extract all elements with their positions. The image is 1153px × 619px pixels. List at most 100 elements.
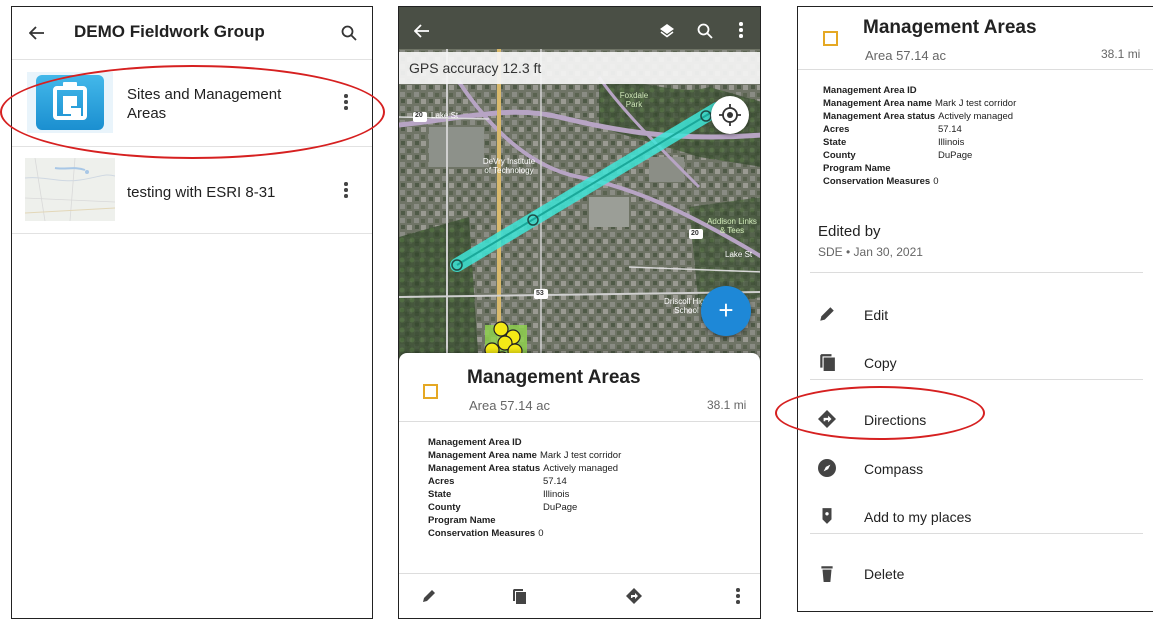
back-arrow-icon[interactable] <box>26 23 48 43</box>
attribute-key: Conservation Measures <box>428 528 536 539</box>
attribute-key: Management Area name <box>823 98 932 109</box>
compass-icon <box>818 459 838 479</box>
more-options-icon[interactable] <box>739 22 743 40</box>
attribute-row: County DuPage <box>823 149 1016 162</box>
attribute-row: State Illinois <box>823 136 1016 149</box>
screen-feature-actions: Management Areas Area 57.14 ac 38.1 mi M… <box>797 6 1153 612</box>
edited-by-label: Edited by <box>818 223 881 240</box>
screen-group-list: DEMO Fieldwork Group Sites and Managemen… <box>11 6 373 619</box>
attribute-key: Acres <box>428 476 455 487</box>
add-feature-button[interactable]: + <box>701 286 751 336</box>
attribute-value: 57.14 <box>938 124 962 135</box>
search-icon[interactable] <box>338 22 360 44</box>
map-thumbnail <box>25 158 115 221</box>
attribute-value: Illinois <box>543 489 570 500</box>
attribute-row: Acres 57.14 <box>428 475 621 488</box>
attribute-key: Management Area ID <box>823 85 917 96</box>
attribute-value: 0 <box>538 528 544 539</box>
attribute-key: Program Name <box>428 515 496 526</box>
divider <box>810 272 1143 273</box>
sites-app-icon <box>27 72 113 133</box>
edited-by-value: SDE • Jan 30, 2021 <box>818 245 923 259</box>
attribute-key: Conservation Measures <box>823 176 931 187</box>
feature-title: Management Areas <box>863 17 1037 38</box>
attribute-key: Management Area status <box>823 111 936 122</box>
menu-compass[interactable]: Compass <box>798 445 1153 495</box>
divider <box>798 69 1153 70</box>
attribute-row: Management Area status Actively managed <box>823 110 1016 123</box>
divider <box>810 533 1143 534</box>
app-bar: DEMO Fieldwork Group <box>12 7 372 60</box>
attribute-key: State <box>428 489 452 500</box>
menu-copy[interactable]: Copy <box>798 339 1153 389</box>
copy-icon[interactable] <box>509 586 529 606</box>
map-label-route-20b: 20 <box>691 230 699 237</box>
menu-label: Copy <box>864 355 897 371</box>
menu-delete[interactable]: Delete <box>798 550 1153 600</box>
list-item-sites[interactable]: Sites and Management Areas <box>12 60 372 147</box>
attribute-row: Acres 57.14 <box>823 123 1016 136</box>
layers-icon[interactable] <box>657 21 677 41</box>
attribute-table: Management Area ID Management Area name Ma… <box>428 436 621 540</box>
more-options-icon[interactable] <box>344 94 348 112</box>
pencil-icon <box>818 305 838 325</box>
bookmark-icon <box>818 507 838 527</box>
attribute-row: Management Area name Mark J test corridor <box>428 449 621 462</box>
attribute-value: DuPage <box>543 502 578 513</box>
attribute-table: Management Area ID Management Area name Ma… <box>823 84 1016 188</box>
menu-label: Delete <box>864 566 905 582</box>
feature-subtitle: Area 57.14 ac <box>865 48 946 63</box>
menu-add-to-my-places[interactable]: Add to my places <box>798 493 1153 543</box>
attribute-key: Management Area ID <box>428 437 522 448</box>
back-arrow-icon[interactable] <box>411 21 433 41</box>
menu-label: Edit <box>864 307 889 323</box>
attribute-row: Conservation Measures 0 <box>428 527 621 540</box>
map-label-route-20: 20 <box>415 112 423 119</box>
divider <box>810 379 1143 380</box>
search-icon[interactable] <box>695 21 715 41</box>
map-label-foxdale-park: Foxdale Park <box>619 91 649 109</box>
screen-map-view: 20 Lake St Foxdale Park DeVry Institute … <box>398 6 761 619</box>
attribute-key: County <box>823 150 856 161</box>
attribute-value: Mark J test corridor <box>539 450 622 461</box>
gps-accuracy-bar: GPS accuracy 12.3 ft <box>399 52 760 84</box>
list-item-esri[interactable]: testing with ESRI 8-31 <box>12 147 372 234</box>
feature-distance: 38.1 mi <box>707 398 747 412</box>
feature-title: Management Areas <box>467 367 641 388</box>
menu-label: Compass <box>864 461 924 477</box>
map-label-lake-st: Lake St <box>431 111 459 120</box>
gps-accuracy-text: GPS accuracy 12.3 ft <box>409 60 542 76</box>
feature-distance: 38.1 mi <box>1101 47 1141 61</box>
attribute-value: 0 <box>933 176 939 187</box>
list-item-label: testing with ESRI 8-31 <box>127 184 276 201</box>
map-label-addison: Addison Links & Tees <box>707 217 757 235</box>
map-label-lake-st-2: Lake St <box>725 250 753 259</box>
list-item-label: Sites and Management Areas <box>127 86 282 122</box>
attribute-value: Mark J test corridor <box>934 98 1017 109</box>
menu-directions[interactable]: Directions <box>798 396 1153 446</box>
attribute-value: 57.14 <box>543 476 567 487</box>
attribute-key: Management Area name <box>428 450 537 461</box>
attribute-key: Program Name <box>823 163 891 174</box>
directions-icon[interactable] <box>624 586 644 606</box>
attribute-value: Actively managed <box>543 463 619 474</box>
more-options-icon[interactable] <box>344 182 348 200</box>
feature-subtitle: Area 57.14 ac <box>469 398 550 413</box>
attribute-key: County <box>428 502 461 513</box>
map-label-route-53: 53 <box>536 290 544 297</box>
menu-edit[interactable]: Edit <box>798 291 1153 341</box>
map-label-devry: DeVry Institute of Technology <box>482 157 536 175</box>
attribute-row: Management Area ID <box>428 436 621 449</box>
more-options-icon[interactable] <box>736 588 740 606</box>
attribute-value: DuPage <box>938 150 973 161</box>
copy-icon <box>818 353 838 373</box>
attribute-value: Actively managed <box>938 111 1014 122</box>
attribute-key: Acres <box>823 124 850 135</box>
polygon-symbol-icon <box>823 31 838 46</box>
my-location-button[interactable] <box>711 96 749 134</box>
attribute-row: Conservation Measures 0 <box>823 175 1016 188</box>
attribute-key: Management Area status <box>428 463 541 474</box>
menu-label: Directions <box>864 412 927 428</box>
pencil-icon[interactable] <box>419 586 439 606</box>
attribute-row: County DuPage <box>428 501 621 514</box>
